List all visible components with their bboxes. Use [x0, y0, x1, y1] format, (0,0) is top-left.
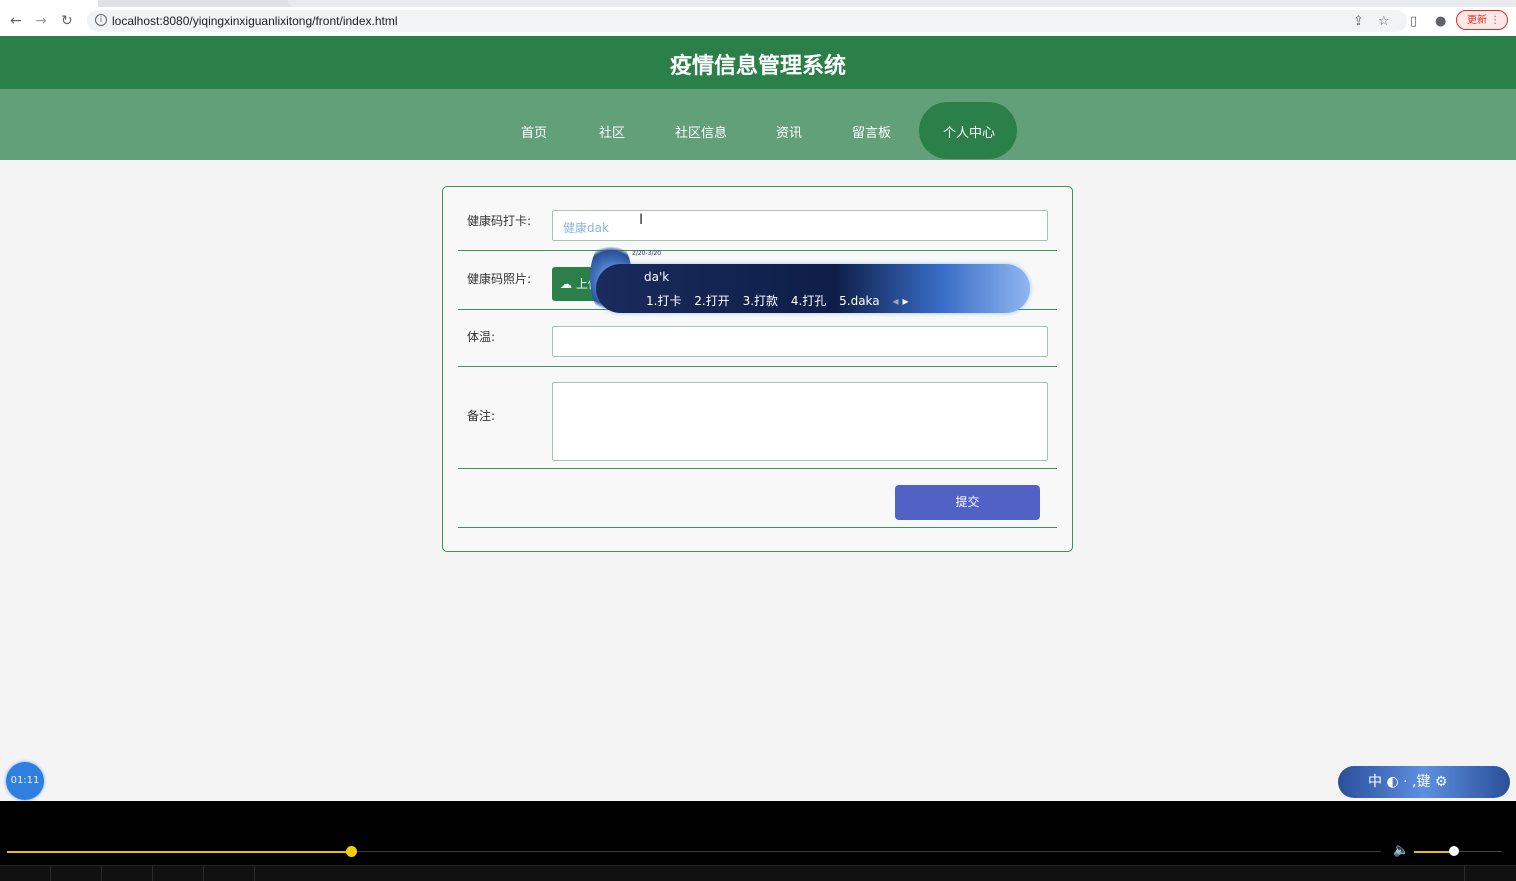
video-progress-bar[interactable] [7, 846, 1381, 857]
strip-divider [1464, 866, 1465, 881]
temperature-label: 体温: [467, 330, 496, 344]
site-nav: 首页 社区 社区信息 资讯 留言板 个人中心 [0, 89, 1516, 160]
video-progress-fill [7, 851, 351, 853]
recording-timer[interactable]: 01:11 [6, 762, 44, 800]
health-checkin-input[interactable]: 健康dak [552, 210, 1048, 241]
volume-icon[interactable]: 🔈 [1393, 843, 1409, 858]
update-label: 更新 [1467, 15, 1487, 26]
health-photo-label: 健康码照片: [467, 272, 532, 286]
site-title: 疫情信息管理系统 [669, 54, 846, 79]
ime-candidate-list: 1.打卡 2.打开 3.打款 4.打孔 5.daka ◂ ▸ [646, 292, 918, 309]
video-progress-knob[interactable] [345, 846, 357, 857]
remark-label: 备注: [467, 409, 496, 423]
ime-prev-icon[interactable]: ◂ [892, 294, 898, 308]
ime-candidate[interactable]: 2.打开 [694, 294, 729, 308]
info-icon[interactable]: i [95, 14, 107, 26]
forward-icon[interactable]: → [35, 14, 47, 28]
ime-composition: da'k [644, 270, 670, 284]
profile-icon[interactable]: ● [1435, 14, 1446, 29]
side-panel-icon[interactable]: ▯ [1410, 14, 1417, 29]
ime-candidate[interactable]: 1.打卡 [646, 294, 681, 308]
browser-tab[interactable] [288, 0, 1516, 7]
submit-button[interactable]: 提交 [895, 485, 1040, 520]
ime-candidate[interactable]: 4.打孔 [791, 294, 826, 308]
ime-date: 2/20-3/20 [632, 250, 662, 257]
nav-item-community-info[interactable]: 社区信息 [675, 122, 727, 141]
update-button[interactable]: 更新 ⋮ [1456, 10, 1508, 30]
strip-divider [152, 866, 153, 881]
row-divider [458, 527, 1057, 528]
strip-divider [50, 866, 51, 881]
strip-divider [203, 866, 204, 881]
nav-item-home[interactable]: 首页 [521, 122, 547, 141]
row-divider [458, 468, 1057, 469]
share-icon[interactable]: ⇪ [1353, 14, 1364, 29]
ime-candidate[interactable]: 3.打款 [743, 294, 778, 308]
url-text: localhost:8080/yiqingxinxiguanlixitong/f… [112, 14, 398, 28]
strip-divider [101, 866, 102, 881]
volume-slider[interactable] [1414, 846, 1502, 856]
volume-fill [1414, 851, 1454, 853]
site-header: 疫情信息管理系统 [0, 36, 1516, 89]
nav-item-personal-center[interactable]: 个人中心 [943, 122, 995, 141]
bookmark-star-icon[interactable]: ☆ [1378, 14, 1390, 29]
health-checkin-value: 健康dak [563, 221, 609, 235]
browser-toolbar: ← → ↻ i localhost:8080/yiqingxinxiguanli… [0, 7, 1516, 36]
remark-textarea[interactable] [552, 382, 1048, 461]
volume-knob[interactable] [1448, 846, 1459, 856]
back-icon[interactable]: ← [10, 14, 22, 28]
video-player-controls: 🔈 [0, 801, 1516, 881]
nav-item-message-board[interactable]: 留言板 [852, 122, 891, 141]
strip-divider [254, 866, 255, 881]
nav-item-news[interactable]: 资讯 [776, 122, 802, 141]
row-divider [458, 366, 1057, 367]
nav-item-community[interactable]: 社区 [599, 122, 625, 141]
ime-candidate-window: 2/20-3/20 da'k 1.打卡 2.打开 3.打款 4.打孔 5.dak… [596, 250, 1030, 313]
health-checkin-label: 健康码打卡: [467, 214, 532, 228]
reload-icon[interactable]: ↻ [61, 14, 73, 28]
browser-tab-active[interactable] [0, 0, 98, 7]
temperature-input[interactable] [552, 326, 1048, 357]
ime-candidate[interactable]: 5.daka [839, 294, 880, 308]
health-checkin-form: 健康码打卡: 健康dak 健康码照片: ☁ 上传 体温: 备注: 提交 [442, 186, 1073, 552]
player-bottom-strip [0, 865, 1516, 881]
ime-next-icon[interactable]: ▸ [903, 294, 909, 308]
text-cursor-icon: I [639, 212, 644, 228]
ime-status-tray[interactable]: 中 ◐ · ,键 ⚙ [1338, 766, 1510, 798]
upload-cloud-icon: ☁ [560, 277, 572, 291]
address-bar[interactable]: i localhost:8080/yiqingxinxiguanlixitong… [87, 10, 1407, 32]
row-divider [458, 250, 1057, 251]
